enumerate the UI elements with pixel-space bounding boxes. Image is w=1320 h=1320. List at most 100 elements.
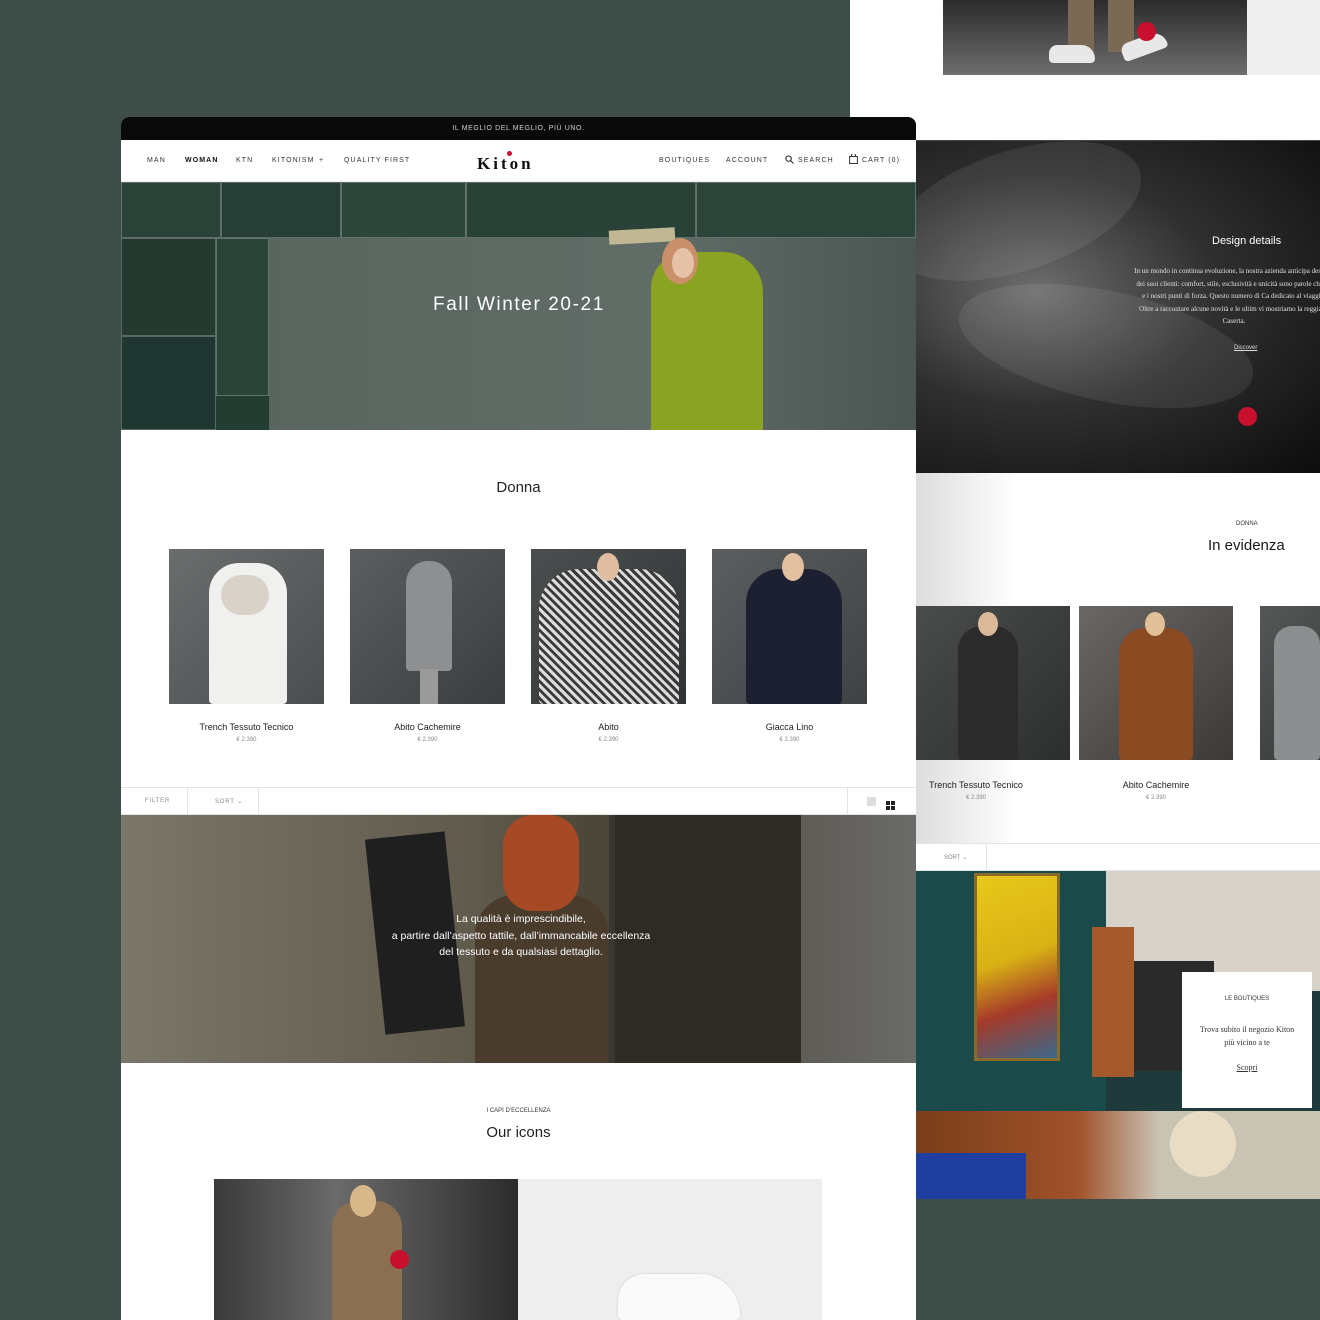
product-card[interactable]: Giacca Lino € 2.390	[712, 549, 867, 743]
quality-banner: La qualità è imprescindibile, a partire …	[121, 815, 916, 1063]
icons-kicker: I CAPI D’ECCELLENZA	[486, 1108, 551, 1114]
sneaker-shape	[1049, 45, 1095, 63]
sneaker-shape	[618, 1274, 740, 1320]
divider	[847, 788, 848, 815]
nav-item-quality-first[interactable]: QUALITY FIRST	[344, 157, 410, 164]
divider	[258, 788, 259, 815]
model-legs	[420, 669, 438, 704]
section-title: In evidenza	[1208, 537, 1285, 554]
model-figure	[406, 561, 452, 671]
scopri-link[interactable]: Scopri	[1182, 1063, 1312, 1072]
hotspot-dot-icon[interactable]	[1137, 22, 1156, 41]
announcement-bar: IL MEGLIO DEL MEGLIO, PIÙ UNO.	[121, 117, 916, 140]
sort-button[interactable]: SORT ⌄	[944, 854, 967, 861]
donna-title: Donna	[496, 479, 541, 496]
marble-tile	[121, 182, 221, 238]
product-name[interactable]: Trench Tessuto Tecnico	[899, 780, 1053, 790]
model-hair	[503, 815, 579, 911]
divider	[187, 788, 188, 815]
search-icon[interactable]	[785, 155, 794, 166]
product-name[interactable]: Abito Cachemire	[1079, 780, 1233, 790]
nav-item-kitonism[interactable]: KITONISM	[272, 157, 315, 164]
model-head	[597, 553, 619, 581]
fur-collar	[221, 575, 269, 615]
nav-item-search[interactable]: SEARCH	[798, 157, 834, 164]
product-image[interactable]	[916, 606, 1070, 760]
nav-item-woman[interactable]: WOMAN	[185, 157, 219, 164]
filter-button[interactable]: FILTER	[145, 798, 170, 804]
our-icons-title: Our icons	[486, 1124, 551, 1141]
icon-product-card[interactable]	[214, 1179, 518, 1320]
product-price: € 2.390	[598, 737, 619, 743]
design-details-panel: Design details In un mondo in continua e…	[916, 141, 1320, 473]
product-image[interactable]	[1079, 606, 1233, 760]
product-price: € 2.390	[1145, 795, 1167, 801]
single-view-icon[interactable]	[867, 797, 876, 806]
marble-tile	[696, 182, 916, 238]
chevron-down-icon: ⌄	[962, 855, 968, 861]
product-image[interactable]	[169, 549, 324, 704]
product-name[interactable]: Trench Tessuto Tecnico	[169, 722, 324, 732]
model-figure	[539, 569, 679, 704]
filter-bar: FILTER SORT ⌄	[121, 787, 916, 815]
product-image[interactable]	[350, 549, 505, 704]
boutiques-text-line: più vicino a te	[1224, 1038, 1270, 1047]
cart-icon[interactable]	[849, 153, 858, 166]
product-name[interactable]: Abito	[531, 722, 686, 732]
quality-text-line: del tessuto e da qualsiasi dettaglio.	[439, 946, 603, 958]
section-kicker: DONNA	[1236, 521, 1258, 527]
product-name[interactable]: Abito Cachemire	[350, 722, 505, 732]
decor-object	[1170, 1111, 1236, 1177]
product-name[interactable]: Giacca Lino	[712, 722, 867, 732]
nav-item-cart[interactable]: CART (0)	[862, 157, 900, 164]
plus-icon[interactable]: +	[319, 157, 324, 164]
model-head	[350, 1185, 376, 1217]
product-card[interactable]: Abito € 2.390	[531, 549, 686, 743]
sneaker-photo	[943, 0, 1247, 75]
sort-label: SORT	[944, 855, 961, 861]
painting	[974, 873, 1060, 1061]
icon-product-card[interactable]	[518, 1179, 822, 1320]
product-price: € 2.390	[417, 737, 438, 743]
boutique-photo: LE BOUTIQUES Trova subito il negozio Kit…	[916, 871, 1320, 1199]
main-page: IL MEGLIO DEL MEGLIO, PIÙ UNO. MAN WOMAN…	[121, 117, 916, 1320]
chevron-down-icon: ⌄	[237, 799, 243, 805]
product-card[interactable]: Abito Cachemire € 2.390	[350, 549, 505, 743]
model-head	[1145, 612, 1165, 636]
hero-title: Fall Winter 20-21	[433, 294, 605, 315]
wood-panel	[1092, 927, 1134, 1077]
grid-view-icon[interactable]	[886, 797, 895, 810]
sort-button[interactable]: SORT ⌄	[215, 798, 243, 805]
quality-text: La qualità è imprescindibile, a partire …	[371, 911, 671, 961]
quality-text-line: La qualità è imprescindibile,	[456, 913, 586, 925]
model-figure	[1119, 628, 1193, 760]
marble-tile	[341, 182, 466, 238]
product-image[interactable]	[531, 549, 686, 704]
marble-tile	[121, 336, 216, 430]
design-details-body: In un mondo in continua evoluzione, la n…	[1134, 267, 1320, 325]
logo-dot-icon	[507, 151, 512, 156]
hotspot-dot-icon[interactable]	[1238, 407, 1257, 426]
nav-item-man[interactable]: MAN	[147, 157, 166, 164]
marble-tile	[221, 182, 341, 238]
hero-banner[interactable]: Fall Winter 20-21	[121, 182, 916, 430]
boutiques-card: LE BOUTIQUES Trova subito il negozio Kit…	[1182, 972, 1312, 1108]
boutiques-text-line: Trova subito il negozio Kiton	[1199, 1025, 1295, 1034]
marble-tile	[216, 238, 269, 396]
nav-item-account[interactable]: ACCOUNT	[726, 157, 768, 164]
model-head	[782, 553, 804, 581]
model-head	[978, 612, 998, 636]
hotspot-dot-icon[interactable]	[390, 1250, 409, 1269]
sort-label: SORT	[215, 799, 235, 805]
product-card[interactable]: Trench Tessuto Tecnico € 2.390	[169, 549, 324, 743]
product-image[interactable]	[712, 549, 867, 704]
nav-item-boutiques[interactable]: BOUTIQUES	[659, 157, 710, 164]
divider	[986, 844, 987, 871]
hero-backdrop	[269, 238, 916, 430]
nav-item-ktn[interactable]: KTN	[236, 157, 253, 164]
product-image[interactable]	[1260, 606, 1320, 760]
kiton-logo[interactable]: Kiton	[477, 154, 534, 174]
model-figure	[1274, 626, 1320, 760]
model-face	[672, 248, 694, 278]
discover-link[interactable]: Discover	[1234, 345, 1257, 351]
